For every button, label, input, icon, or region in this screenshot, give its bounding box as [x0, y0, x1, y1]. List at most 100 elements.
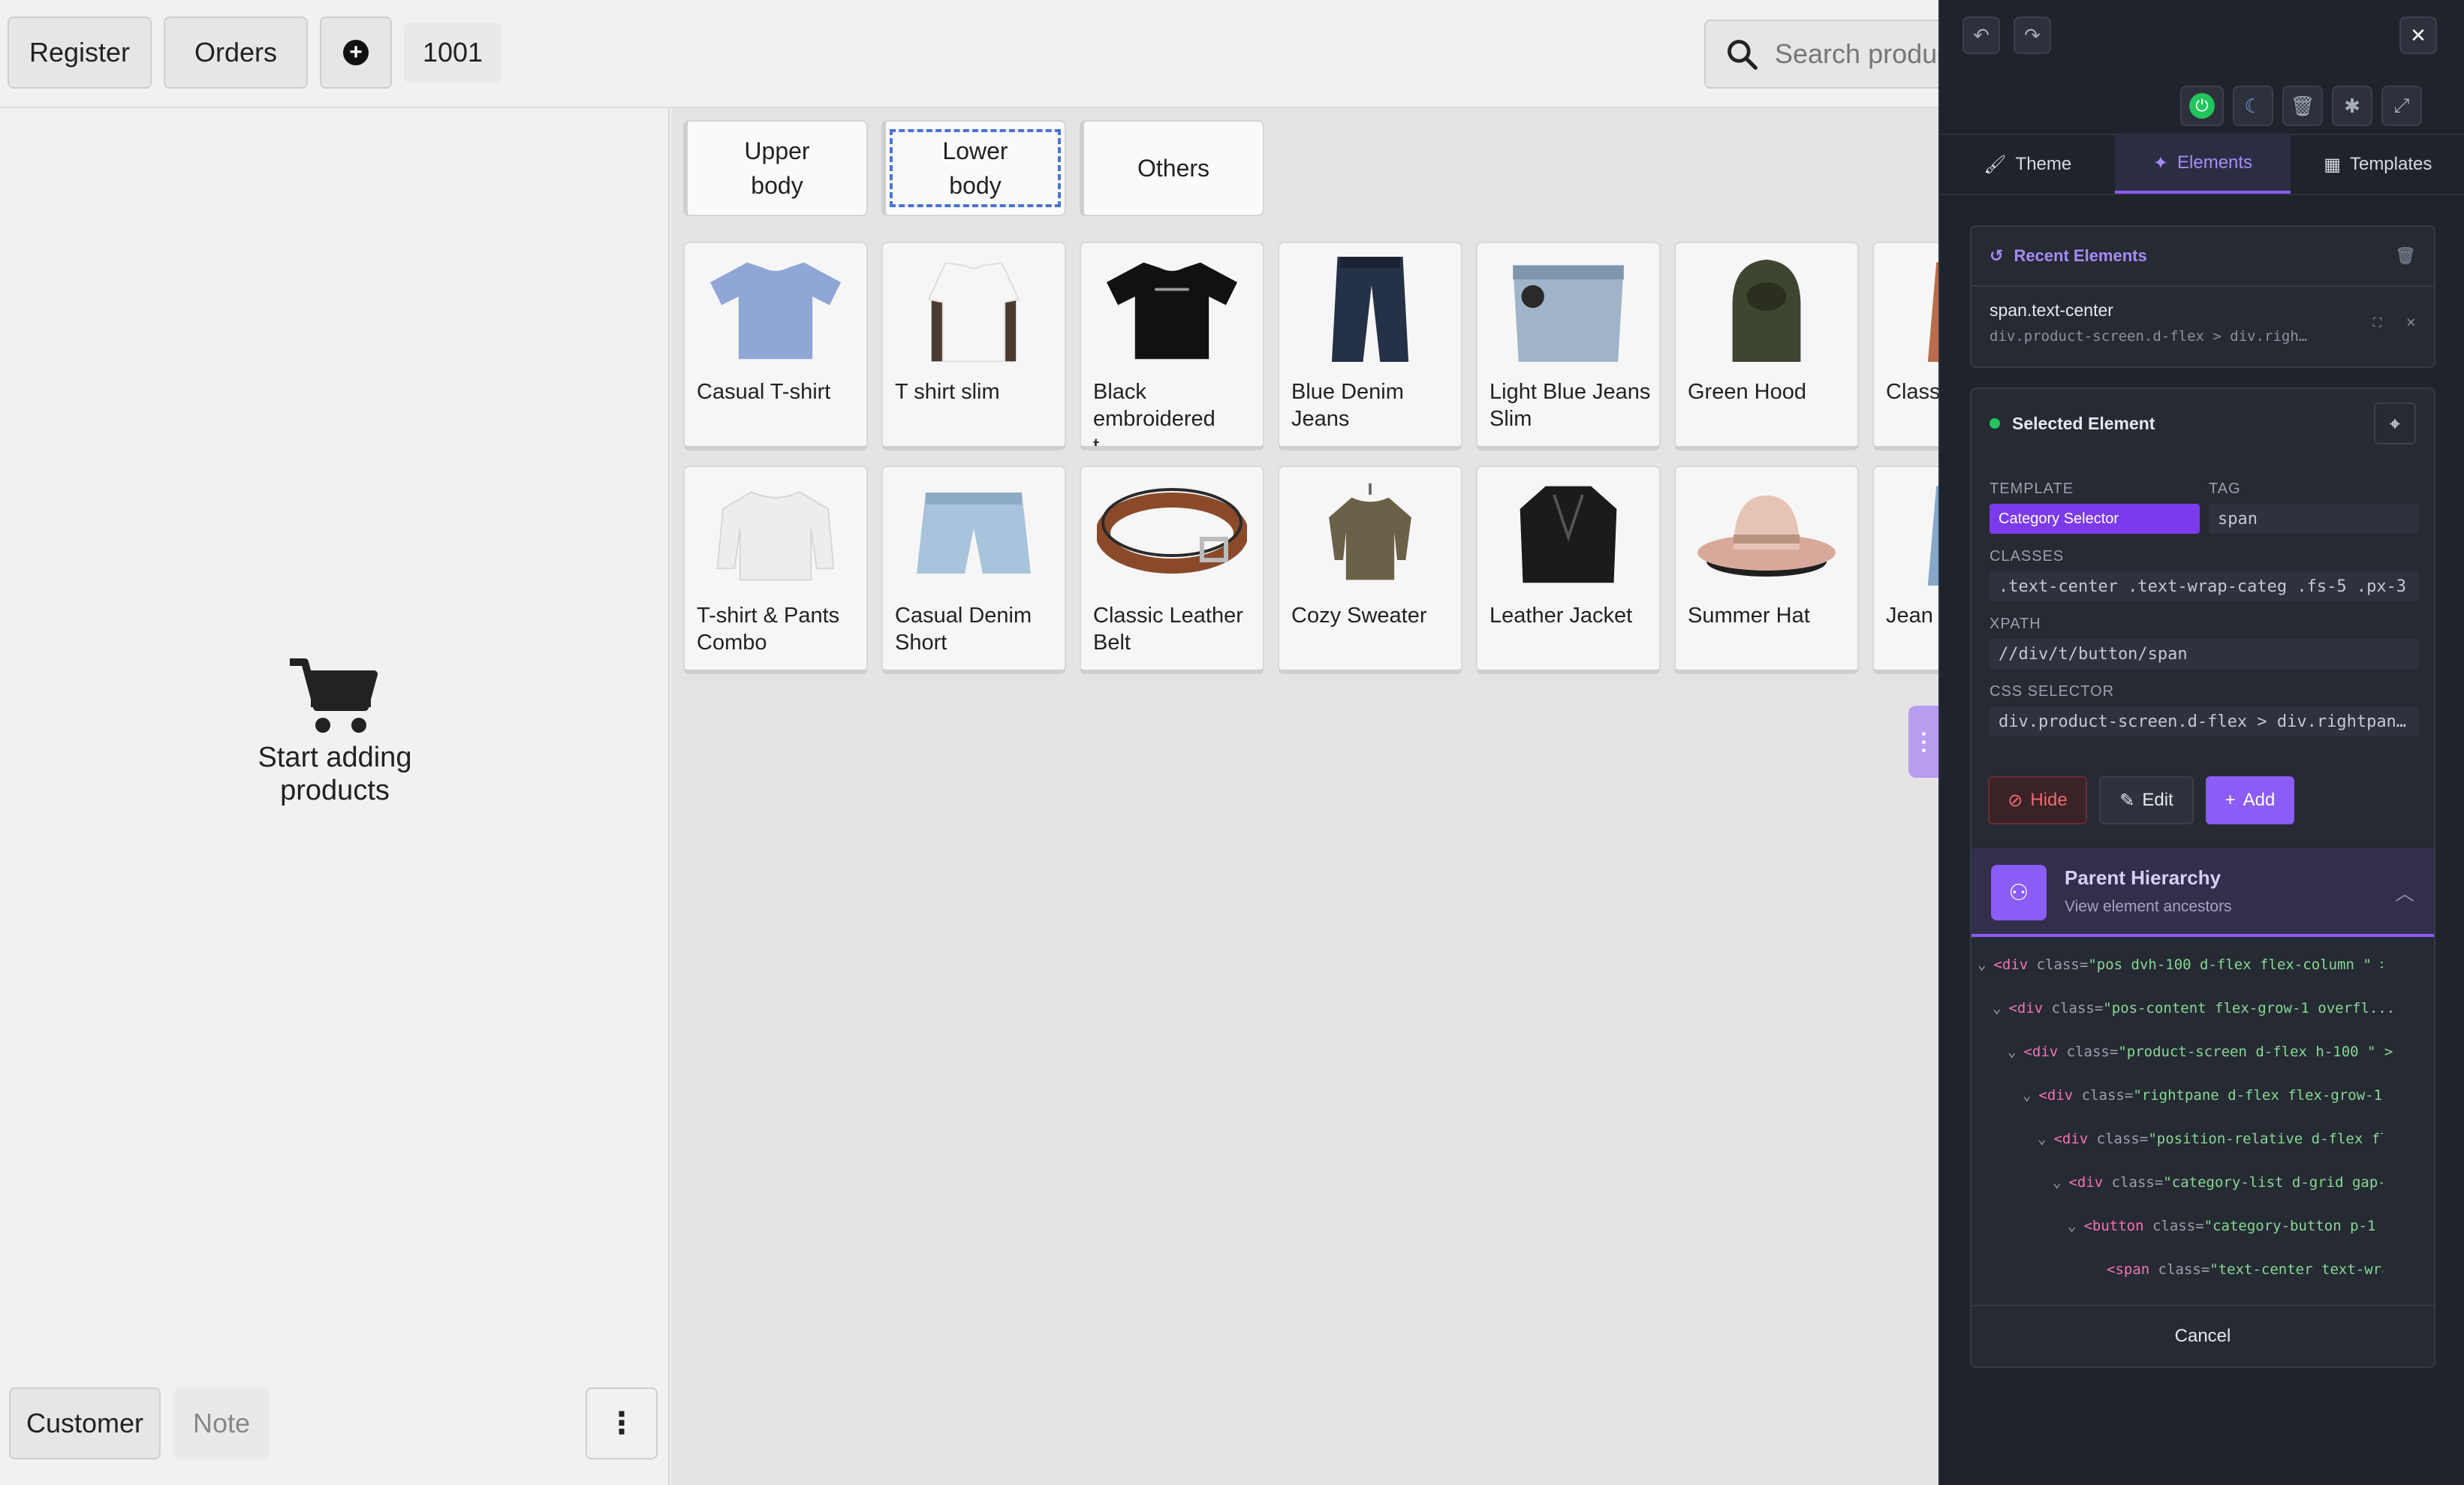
product-name: Casual T-shirt [697, 380, 831, 404]
product-card[interactable]: Leather Jacket [1476, 465, 1661, 674]
debug-button[interactable]: ✱ [2332, 86, 2372, 126]
empty-cart-message: Start adding products [0, 656, 670, 807]
product-card[interactable]: T shirt slim [881, 242, 1066, 450]
hierarchy-node[interactable]: ⌄ <div class="rightpane d-flex flex-grow-… [2023, 1087, 2383, 1104]
note-button[interactable]: Note [174, 1387, 269, 1459]
hierarchy-subtitle: View element ancestors [2065, 898, 2232, 915]
tag-value[interactable]: span [2209, 504, 2419, 534]
puzzle-icon: ✦ [2152, 152, 2169, 173]
more-options-button[interactable]: ⋮ [586, 1387, 658, 1459]
fullscreen-button[interactable]: ⤢ [2381, 86, 2422, 126]
category-upper-body[interactable]: Upper body [683, 120, 868, 216]
product-card[interactable]: Casual Denim Short [881, 465, 1066, 674]
hierarchy-node[interactable]: ⌄ <button class="category-button p-1 l [2068, 1218, 2383, 1234]
hierarchy-node[interactable]: ⌄ <div class="product-screen d-flex h-100… [2008, 1044, 2413, 1060]
hierarchy-node[interactable]: ⌄ <div class="category-list d-grid gap-1 [2053, 1174, 2383, 1191]
inspector-panel: ↶ ↷ ✕ ⏻ ☾ 🗑 ✱ ⤢ 🖌 Theme ✦ Elements ▦ Templa… [1938, 0, 2464, 1485]
orders-button[interactable]: Orders [164, 17, 308, 89]
sitemap-icon: ⚇ [1991, 865, 2047, 920]
hierarchy-node[interactable]: <span class="text-center text-wrap [2107, 1261, 2383, 1278]
undo-button[interactable]: ↶ [1962, 17, 2000, 54]
product-card[interactable]: Light Blue Jeans Slim [1476, 242, 1661, 450]
product-card[interactable]: Jean J [1872, 465, 1938, 674]
remove-recent-icon[interactable]: ✕ [2406, 315, 2416, 330]
parent-hierarchy-header[interactable]: ⚇ Parent Hierarchy View element ancestor… [1972, 848, 2434, 937]
template-value[interactable]: Category Selector [1990, 504, 2200, 534]
product-name: T shirt slim [895, 380, 1000, 404]
recent-element-name: span.text-center [1990, 300, 2113, 320]
classes-label: CLASSES [1990, 548, 2065, 565]
category-lower-body[interactable]: Lower body [881, 120, 1066, 216]
customer-button[interactable]: Customer [9, 1387, 161, 1459]
kebab-icon: ⋮ [607, 1407, 637, 1440]
recent-element-item[interactable]: span.text-center div.product-screen.d-fl… [1972, 287, 2434, 358]
add-button[interactable]: + Add [2206, 776, 2294, 824]
grid-icon: ▦ [2324, 154, 2341, 175]
product-card[interactable]: Classic Leather Belt [1080, 465, 1264, 674]
product-card[interactable]: Casual T-shirt [683, 242, 868, 450]
note-label: Note [192, 1408, 251, 1438]
cancel-button[interactable]: Cancel [1972, 1305, 2434, 1366]
trash-icon: 🗑 [2290, 94, 2315, 117]
new-order-button[interactable]: + [320, 17, 392, 89]
power-toggle-button[interactable]: ⏻ [2180, 86, 2224, 126]
history-icon: ↺ [1990, 246, 2004, 265]
empty-cart-line1: Start adding [258, 742, 412, 773]
tab-templates[interactable]: ▦ Templates [2291, 135, 2464, 194]
panel-resize-handle[interactable] [1908, 706, 1938, 778]
leather-jacket-icon [1487, 477, 1650, 589]
status-dot-icon [1990, 418, 2000, 429]
search-input[interactable]: Search produc [1704, 20, 1952, 89]
orders-label: Orders [194, 37, 278, 68]
jean-jacket-icon [1883, 477, 1938, 589]
eye-slash-icon: ⊘ [2008, 790, 2023, 811]
tshirt-white-icon [892, 254, 1056, 365]
register-label: Register [29, 37, 131, 68]
hierarchy-node[interactable]: ⌄ <div class="pos dvh-100 d-flex flex-col… [1978, 956, 2383, 973]
clear-recent-icon[interactable]: 🗑 [2395, 246, 2416, 266]
bug-icon: ✱ [2344, 94, 2360, 117]
edit-icon: ✎ [2119, 790, 2135, 811]
product-name: Cozy Sweater [1291, 604, 1427, 628]
classes-value[interactable]: .text-center .text-wrap-categ .fs-5 .px-… [1990, 571, 2419, 601]
tab-elements[interactable]: ✦ Elements [2115, 135, 2291, 194]
register-button[interactable]: Register [8, 17, 152, 89]
xpath-value[interactable]: //div/t/button/span [1990, 639, 2419, 669]
redo-button[interactable]: ↷ [2014, 17, 2051, 54]
product-card[interactable]: Classi Jacke [1872, 242, 1938, 450]
product-name: Classi Jacke [1886, 380, 1938, 404]
jeans-dark-icon [1288, 254, 1452, 365]
product-card[interactable]: Blue Denim Jeans [1278, 242, 1462, 450]
dark-mode-button[interactable]: ☾ [2233, 86, 2273, 126]
hierarchy-icon[interactable]: ⛶ [2373, 317, 2381, 330]
undo-icon: ↶ [1973, 23, 1990, 47]
product-name: T-shirt & Pants Combo [697, 604, 840, 655]
xpath-label: XPATH [1990, 616, 2041, 632]
hide-button[interactable]: ⊘ Hide [1988, 776, 2087, 824]
product-name: Leather Jacket [1490, 604, 1633, 628]
product-card[interactable]: Summer Hat [1674, 465, 1859, 674]
product-card[interactable]: Green Hood [1674, 242, 1859, 450]
order-number-tab[interactable]: 1001 [404, 23, 502, 83]
product-name: Summer Hat [1688, 604, 1810, 628]
category-others[interactable]: Others [1080, 120, 1264, 216]
power-icon: ⏻ [2189, 93, 2215, 119]
hierarchy-node[interactable]: ⌄ <div class="pos-content flex-grow-1 ove… [1993, 1000, 2398, 1017]
product-card[interactable]: Black embroidered t-… [1080, 242, 1264, 450]
locate-button[interactable]: ⌖ [2374, 402, 2416, 444]
leather-belt-icon [1090, 477, 1254, 589]
delete-button[interactable]: 🗑 [2282, 86, 2323, 126]
moon-icon: ☾ [2244, 94, 2262, 117]
product-card[interactable]: T-shirt & Pants Combo [683, 465, 868, 674]
hierarchy-node[interactable]: ⌄ <div class="position-relative d-flex fl… [2038, 1131, 2383, 1147]
close-panel-button[interactable]: ✕ [2399, 17, 2437, 54]
brush-icon: 🖌 [1984, 154, 2007, 175]
tab-theme[interactable]: 🖌 Theme [1940, 135, 2115, 194]
empty-cart-line2: products [280, 775, 390, 806]
product-name: Light Blue Jeans Slim [1490, 380, 1651, 431]
product-card[interactable]: Cozy Sweater [1278, 465, 1462, 674]
order-pane: Start adding products [0, 108, 670, 1485]
plus-circle-icon: + [343, 40, 369, 65]
css-selector-value[interactable]: div.product-screen.d-flex > div.rightpan… [1990, 706, 2419, 736]
edit-button[interactable]: ✎ Edit [2099, 776, 2194, 824]
